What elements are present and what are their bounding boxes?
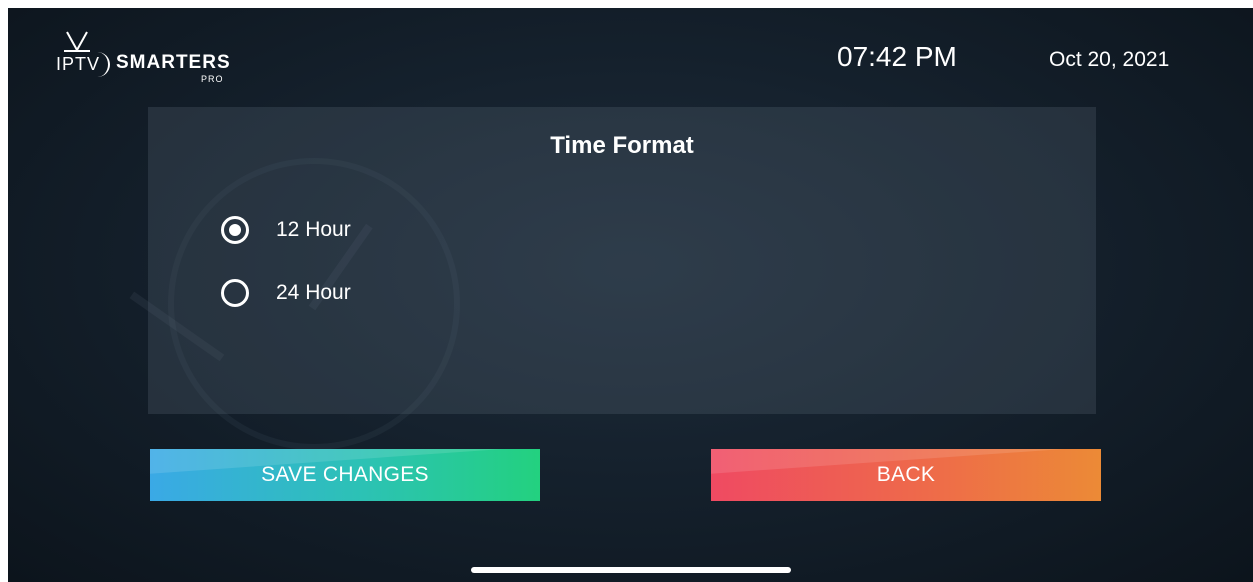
screen: IPTV SMARTERS PRO 07:42 PM Oct 20, 2021 … [8, 8, 1253, 582]
time-format-dialog: Time Format 12 Hour 24 Hour [148, 107, 1096, 414]
save-changes-button[interactable]: SAVE CHANGES [150, 449, 540, 501]
option-label: 24 Hour [276, 281, 351, 304]
logo-pro-text: PRO [201, 74, 224, 84]
back-button-label: BACK [876, 463, 936, 486]
logo-smarters-text: SMARTERS [116, 52, 231, 73]
current-time: 07:42 PM [837, 41, 957, 72]
logo-iptv-text: IPTV [54, 52, 111, 77]
back-button[interactable]: BACK [711, 449, 1101, 501]
current-date: Oct 20, 2021 [1049, 48, 1170, 71]
option-12-hour[interactable]: 12 Hour [221, 213, 351, 247]
dialog-title: Time Format [550, 132, 694, 159]
option-label: 12 Hour [276, 218, 351, 241]
radio-unchecked-icon[interactable] [221, 279, 249, 307]
radio-checked-icon[interactable] [221, 216, 249, 244]
save-button-label: SAVE CHANGES [261, 463, 429, 486]
antenna-icon [64, 31, 90, 52]
home-indicator[interactable] [471, 567, 791, 573]
option-24-hour[interactable]: 24 Hour [221, 276, 351, 310]
app-logo: IPTV SMARTERS PRO [54, 28, 274, 88]
